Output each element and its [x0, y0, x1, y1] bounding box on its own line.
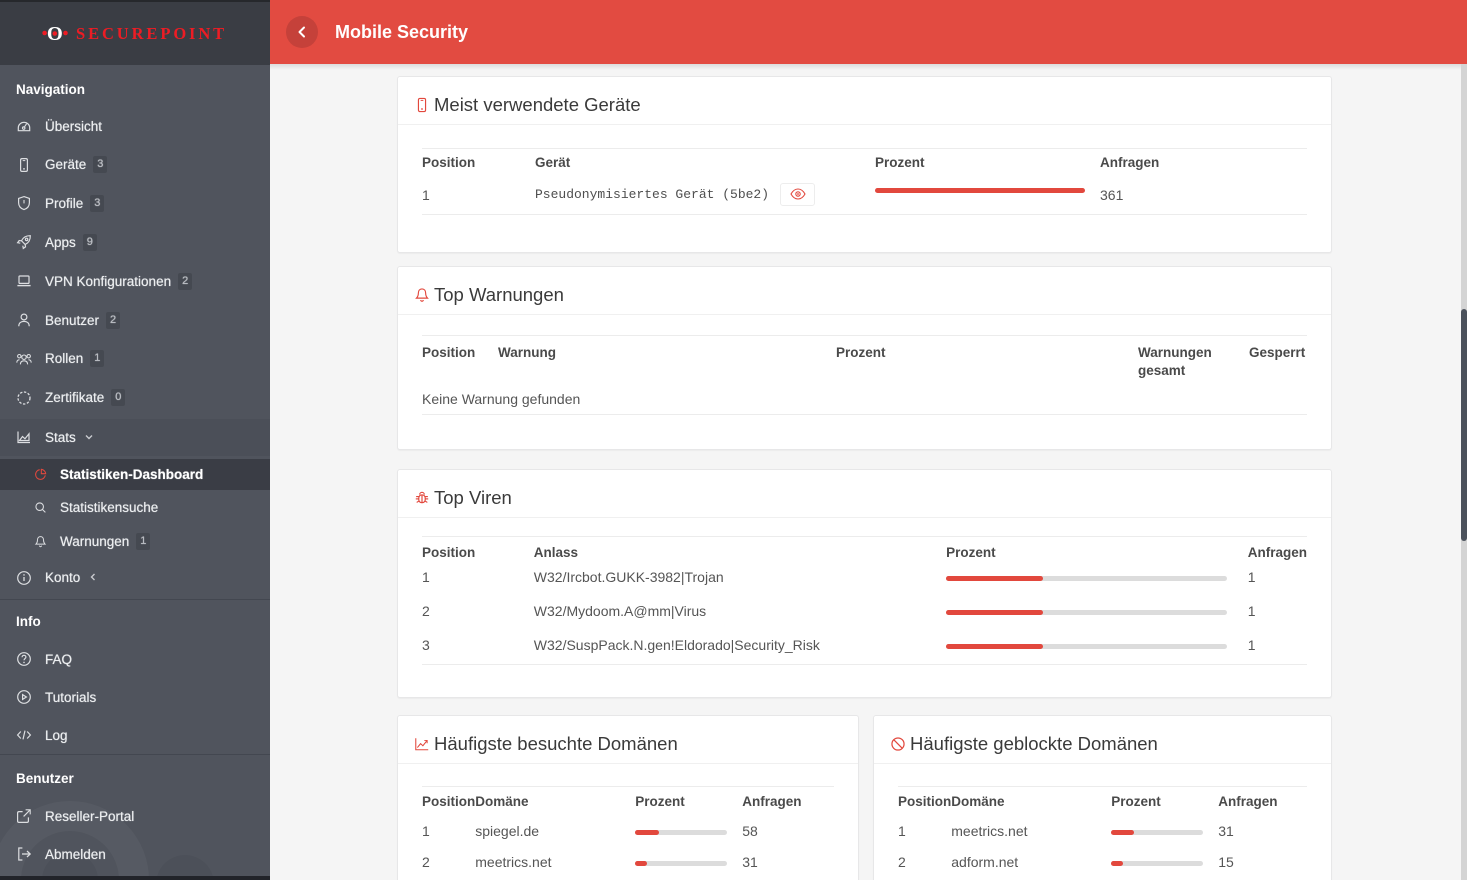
- svg-text:SECUREPOINT: SECUREPOINT: [76, 24, 227, 43]
